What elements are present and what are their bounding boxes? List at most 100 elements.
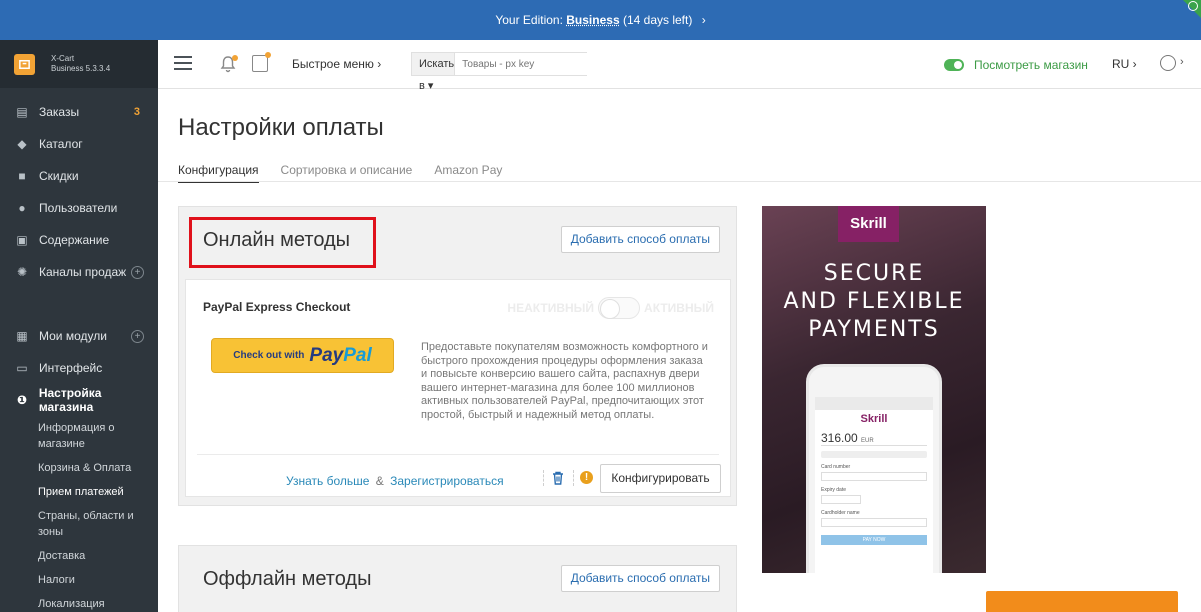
- phone-skrill-logo: Skrill: [860, 413, 888, 425]
- search-scope-select[interactable]: Искать в ▾: [412, 53, 456, 92]
- users-icon: ●: [18, 201, 26, 215]
- sales-channels-icon: ✺: [16, 265, 28, 279]
- payment-method-card: PayPal Express Checkout НЕАКТИВНЫЙ АКТИВ…: [185, 279, 731, 497]
- header-bar: Быстрое меню › Искать в ▾ Посмотреть маг…: [158, 40, 1201, 92]
- phone-pay-button: PAY NOW: [821, 535, 927, 545]
- sidebar-item-label: Содержание: [39, 233, 110, 247]
- sidebar-item-discounts[interactable]: ■ Скидки: [0, 160, 158, 192]
- tab-amazon-pay[interactable]: Amazon Pay: [434, 163, 502, 183]
- phone-expiry-label: Expiry date: [821, 487, 847, 493]
- sidebar: X-Cart Business 5.3.3.4 ▤ Заказы 3 ◆ Кат…: [0, 40, 158, 612]
- offline-methods-section: Оффлайн методы Добавить способ оплаты: [178, 545, 737, 612]
- paypal-checkout-button[interactable]: Check out with PayPal: [211, 338, 394, 373]
- sidebar-item-label: Каналы продаж: [39, 265, 127, 279]
- tab-sorting[interactable]: Сортировка и описание: [281, 163, 413, 183]
- method-links: Узнать больше & Зарегистрироваться: [286, 474, 504, 488]
- edition-banner[interactable]: Your Edition: Business (14 days left) ›: [0, 0, 1201, 40]
- tab-configuration[interactable]: Конфигурация: [178, 163, 259, 183]
- ad-headline-line: PAYMENTS: [808, 317, 940, 342]
- trash-icon[interactable]: [552, 471, 564, 485]
- sidebar-item-label: Мои модули: [39, 329, 107, 343]
- sidebar-item-orders[interactable]: ▤ Заказы 3: [0, 96, 158, 128]
- brand-version: Business 5.3.3.4: [51, 64, 111, 73]
- notification-dot: [232, 55, 238, 61]
- gift-icon: ■: [18, 169, 26, 183]
- submenu-item-shipping[interactable]: Доставка: [38, 544, 158, 568]
- expand-plus-icon[interactable]: +: [131, 265, 144, 279]
- submenu-item-payments[interactable]: Прием платежей: [38, 480, 158, 504]
- configure-button[interactable]: Конфигурировать: [600, 464, 721, 493]
- phone-holder-label: Cardholder name: [821, 510, 860, 516]
- banner-trial: (14 days left): [622, 13, 693, 27]
- submenu-item-localization[interactable]: Локализация: [38, 592, 158, 612]
- sidebar-item-modules[interactable]: ▦ Мои модули +: [0, 320, 158, 352]
- submenu-item-store-info[interactable]: Информация о магазине: [38, 416, 158, 456]
- phone-amount: 316.00 EUR: [821, 431, 927, 446]
- settings-corner-icon[interactable]: [1188, 1, 1198, 11]
- sidebar-item-label: Заказы: [39, 105, 80, 119]
- sidebar-item-content[interactable]: ▣ Содержание: [0, 224, 158, 256]
- sidebar-item-label: Настройка магазина: [38, 386, 102, 414]
- active-label: АКТИВНЫЙ: [644, 301, 714, 315]
- register-link[interactable]: Зарегистрироваться: [390, 474, 503, 488]
- method-status-toggle[interactable]: НЕАКТИВНЫЙ АКТИВНЫЙ: [507, 297, 714, 319]
- divider: [543, 470, 544, 486]
- view-store-link[interactable]: Посмотреть магазин: [944, 58, 1088, 72]
- sidebar-item-interface[interactable]: ▭ Интерфейс: [0, 352, 158, 384]
- add-payment-method-button[interactable]: Добавить способ оплаты: [560, 226, 720, 253]
- sidebar-item-users[interactable]: ● Пользователи: [0, 192, 158, 224]
- bell-icon[interactable]: [220, 55, 238, 73]
- quick-menu[interactable]: Быстрое меню ›: [292, 57, 381, 71]
- xcart-logo-icon: [14, 53, 35, 75]
- search-input[interactable]: [455, 53, 595, 75]
- paypal-button-caption: Check out with: [233, 350, 305, 361]
- language-selector[interactable]: RU ›: [1112, 57, 1137, 71]
- calendar-icon[interactable]: [252, 52, 271, 72]
- submenu-item-cart-checkout[interactable]: Корзина & Оплата: [38, 456, 158, 480]
- menu-burger-icon[interactable]: [174, 56, 192, 70]
- section-title: Оффлайн методы: [203, 568, 372, 590]
- sidebar-item-label: Интерфейс: [39, 361, 103, 375]
- submenu-item-taxes[interactable]: Налоги: [38, 568, 158, 592]
- tabs-divider: [158, 181, 1201, 182]
- user-chevron-icon[interactable]: ›: [1180, 56, 1184, 68]
- user-avatar-icon[interactable]: [1160, 55, 1176, 71]
- online-methods-section: Онлайн методы Добавить способ оплаты Pay…: [178, 206, 737, 506]
- orders-icon: ▤: [16, 105, 28, 119]
- main-content: Настройки оплаты Конфигурация Сортировка…: [158, 89, 1201, 612]
- info-icon: ❶: [16, 393, 27, 407]
- brand[interactable]: X-Cart Business 5.3.3.4: [0, 40, 158, 88]
- phone-mockup: Skrill 316.00 EUR Card number Expiry dat…: [806, 364, 942, 573]
- phone-screen: Skrill 316.00 EUR Card number Expiry dat…: [815, 397, 933, 573]
- submenu-item-countries[interactable]: Страны, области и зоны: [38, 504, 158, 544]
- status-switch[interactable]: [598, 297, 641, 319]
- inactive-label: НЕАКТИВНЫЙ: [507, 301, 595, 315]
- sidebar-item-label: Каталог: [39, 137, 83, 151]
- skrill-advertisement[interactable]: Skrill SECURE AND FLEXIBLE PAYMENTS Skri…: [762, 206, 986, 573]
- content-icon: ▣: [16, 233, 28, 247]
- interface-icon: ▭: [16, 361, 28, 375]
- sidebar-item-catalog[interactable]: ◆ Каталог: [0, 128, 158, 160]
- sidebar-item-label: Пользователи: [39, 201, 118, 215]
- orders-count-badge: 3: [133, 106, 140, 118]
- learn-more-link[interactable]: Узнать больше: [286, 474, 369, 488]
- sidebar-item-sales-channels[interactable]: ✺ Каналы продаж +: [0, 256, 158, 288]
- banner-chevron-icon: ›: [701, 13, 706, 27]
- live-chat-widget[interactable]: [986, 591, 1178, 612]
- brand-name: X-Cart: [51, 54, 75, 63]
- card-divider: [197, 454, 719, 455]
- view-store-label: Посмотреть магазин: [974, 58, 1088, 72]
- banner-edition: Business: [566, 13, 620, 27]
- warning-icon[interactable]: !: [580, 471, 593, 484]
- ad-headline: SECURE AND FLEXIBLE PAYMENTS: [762, 260, 986, 344]
- highlight-box: [189, 217, 376, 268]
- expand-plus-icon[interactable]: +: [131, 329, 144, 343]
- add-payment-method-button[interactable]: Добавить способ оплаты: [560, 565, 720, 592]
- store-toggle-icon: [944, 59, 964, 71]
- sidebar-divider: [0, 288, 158, 320]
- method-description: Предоставьте покупателям возможность ком…: [421, 341, 708, 421]
- search-box: Искать в ▾: [411, 52, 595, 92]
- modules-icon: ▦: [16, 329, 28, 343]
- ad-headline-line: AND FLEXIBLE: [783, 289, 965, 314]
- sidebar-item-store-setup[interactable]: ❶ Настройка магазина: [0, 384, 158, 416]
